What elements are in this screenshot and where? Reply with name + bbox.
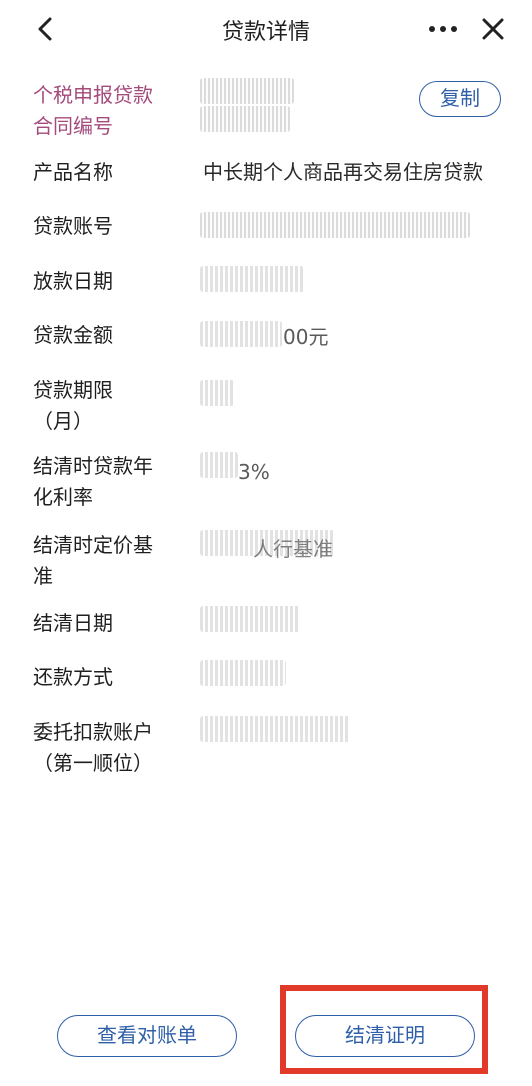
pricing-base-label: 结清时定价基 准 — [33, 533, 153, 588]
contract-number-label: 个税申报贷款 合同编号 — [33, 83, 153, 138]
redacted-contract-number-2 — [200, 106, 290, 132]
disbursement-date-label: 放款日期 — [33, 269, 113, 293]
redacted-settlement-date — [200, 606, 300, 632]
copy-button[interactable]: 复制 — [419, 81, 501, 117]
redacted-contract-number-1 — [200, 78, 294, 104]
redacted-loan-term — [200, 380, 234, 406]
product-name-label: 产品名称 — [33, 160, 113, 184]
annual-rate-suffix: 3% — [238, 460, 270, 484]
loan-term-label: 贷款期限 （月） — [33, 378, 113, 433]
loan-amount-label: 贷款金额 — [33, 323, 113, 347]
redacted-loan-account — [200, 212, 470, 238]
repayment-method-label: 还款方式 — [33, 665, 113, 689]
redacted-loan-amount — [200, 321, 282, 347]
more-horizontal-icon — [429, 26, 457, 32]
redacted-repayment-method — [200, 660, 286, 686]
more-button[interactable] — [426, 14, 460, 44]
back-button[interactable] — [30, 14, 60, 44]
pricing-base-fragment: 人行基准 — [253, 537, 333, 561]
close-icon — [482, 18, 504, 40]
redacted-annual-rate — [200, 452, 238, 478]
debit-account-label: 委托扣款账户 （第一顺位） — [33, 720, 153, 775]
loan-details-page: 贷款详情 个税申报贷款 合同编号 复制 产品名称 中长期个人商品再交易住房贷款 … — [0, 0, 532, 1086]
settlement-date-label: 结清日期 — [33, 611, 113, 635]
top-bar: 贷款详情 — [0, 0, 532, 58]
annual-rate-label: 结清时贷款年 化利率 — [33, 454, 153, 509]
settlement-certificate-button[interactable]: 结清证明 — [295, 1015, 475, 1057]
redacted-disbursement-date — [200, 266, 304, 292]
product-name-value: 中长期个人商品再交易住房贷款 — [203, 160, 483, 184]
chevron-left-icon — [38, 17, 52, 41]
view-statement-button[interactable]: 查看对账单 — [57, 1015, 237, 1057]
redacted-debit-account — [200, 716, 350, 742]
loan-amount-suffix: 00元 — [283, 325, 329, 349]
close-button[interactable] — [478, 14, 508, 44]
loan-account-label: 贷款账号 — [33, 214, 113, 238]
